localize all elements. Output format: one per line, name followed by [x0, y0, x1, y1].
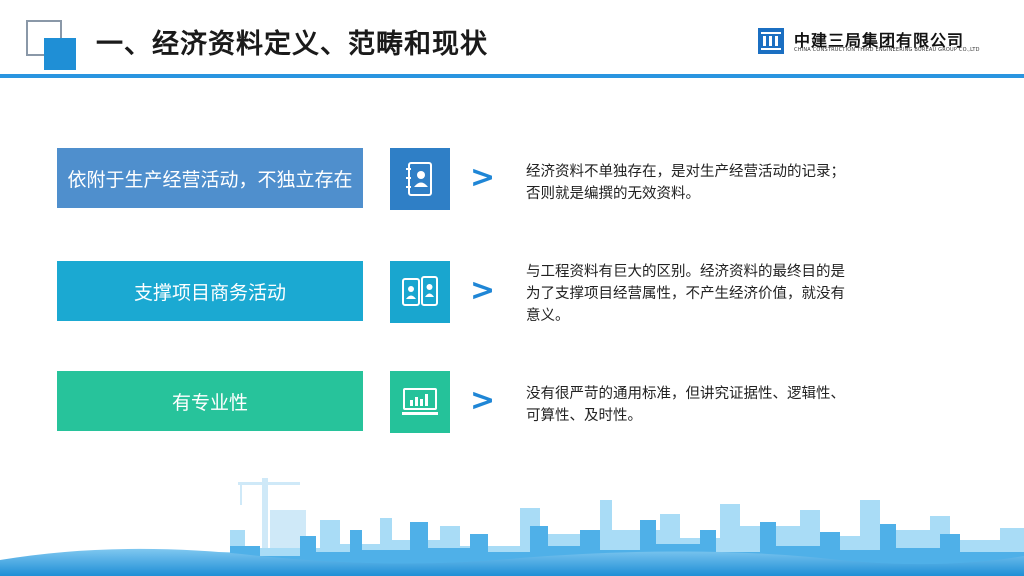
city-skyline-illustration [0, 478, 1024, 576]
row-3-description: 没有很严苛的通用标准，但讲究证据性、逻辑性、 可算性、及时性。 [526, 383, 894, 427]
row-3-desc-line: 可算性、及时性。 [526, 408, 642, 424]
contact-book-icon [390, 148, 450, 210]
row-1-desc-line: 经济资料不单独存在，是对生产经营活动的记录； [526, 164, 845, 180]
corner-decoration [26, 20, 78, 72]
chevron-right-icon: > [470, 273, 496, 308]
corner-filled-square [44, 38, 76, 70]
chevron-right-icon: > [470, 383, 496, 418]
row-2-label: 支撑项目商务活动 [57, 261, 363, 321]
row-1-label: 依附于生产经营活动，不独立存在 [57, 148, 363, 208]
row-3-label: 有专业性 [57, 371, 363, 431]
company-logo: 中建三局集团有限公司 CHINA CONSTRUCTION THIRD ENGI… [758, 28, 1008, 58]
chevron-right-icon: > [470, 160, 496, 195]
row-1-desc-line: 否则就是编撰的无效资料。 [526, 186, 700, 202]
monitor-chart-icon [390, 371, 450, 433]
page-title: 一、经济资料定义、范畴和现状 [96, 29, 488, 60]
cscec-logo-icon [758, 28, 784, 54]
header-divider [0, 74, 1024, 78]
row-1-description: 经济资料不单独存在，是对生产经营活动的记录； 否则就是编撰的无效资料。 [526, 161, 894, 205]
logo-english-name: CHINA CONSTRUCTION THIRD ENGINEERING BUR… [794, 47, 980, 53]
row-2-desc-line: 意义。 [526, 308, 570, 324]
mobile-users-icon [390, 261, 450, 323]
row-2-description: 与工程资料有巨大的区别。经济资料的最终目的是 为了支撑项目经营属性，不产生经济价… [526, 261, 894, 327]
row-2-desc-line: 为了支撑项目经营属性，不产生经济价值，就没有 [526, 286, 845, 302]
row-2-desc-line: 与工程资料有巨大的区别。经济资料的最终目的是 [526, 264, 845, 280]
row-3-desc-line: 没有很严苛的通用标准，但讲究证据性、逻辑性、 [526, 386, 845, 402]
